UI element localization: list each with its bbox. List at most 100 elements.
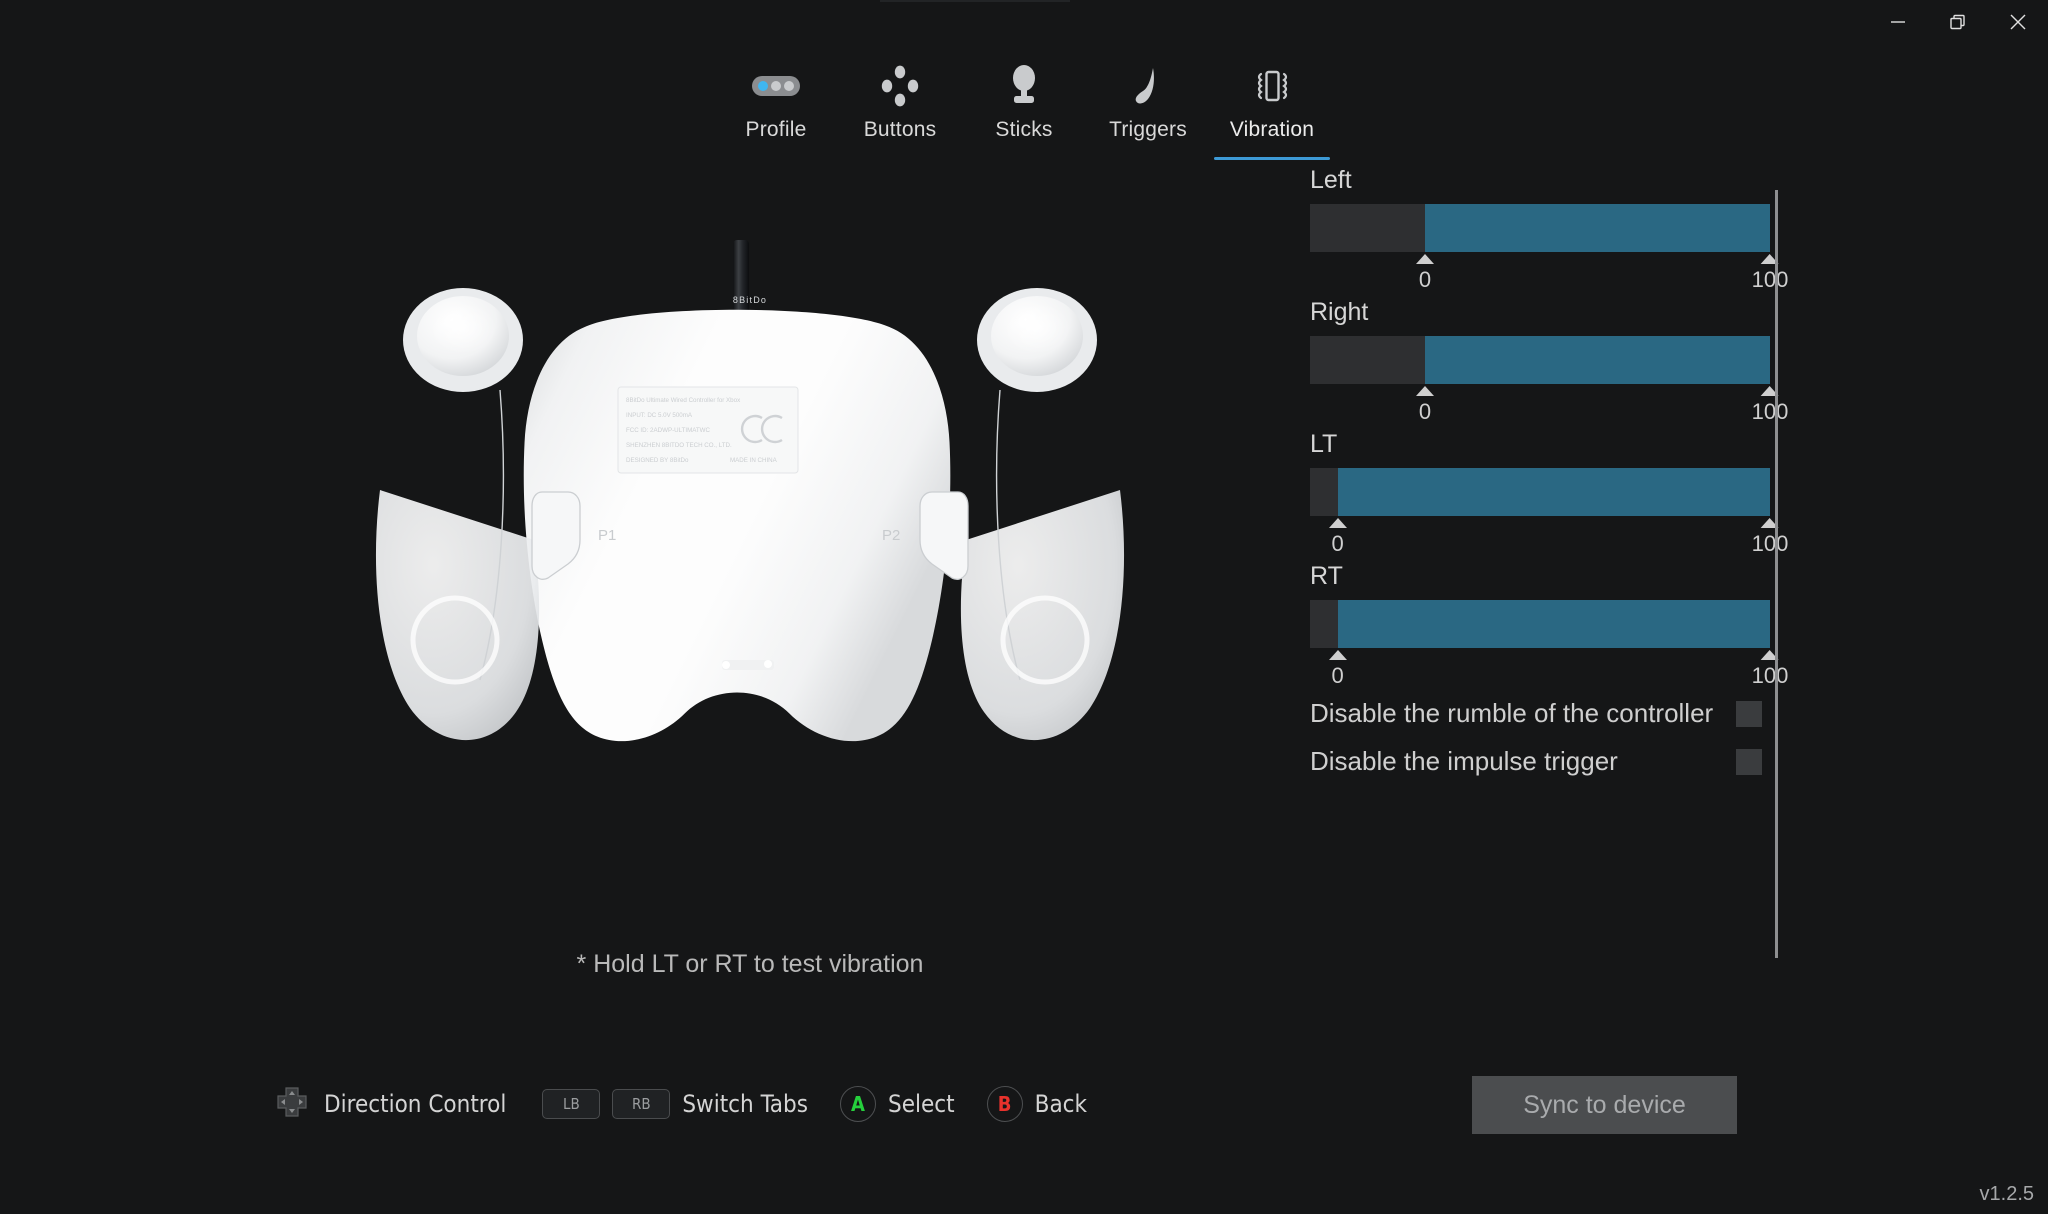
key-rb[interactable]: RB	[612, 1089, 671, 1119]
minimize-button[interactable]	[1868, 0, 1928, 44]
tab-triggers[interactable]: Triggers	[1086, 52, 1210, 160]
slider-label-right: Right	[1310, 298, 1369, 326]
slider-track-left[interactable]	[1310, 204, 1770, 252]
tab-label-triggers: Triggers	[1109, 118, 1187, 141]
slider-max-tick-right[interactable]: 100	[1751, 386, 1789, 425]
close-button[interactable]	[1988, 0, 2048, 44]
slider-ticks-rt: 0 100	[1310, 650, 1788, 702]
checkbox-label-disable-impulse: Disable the impulse trigger	[1310, 746, 1618, 776]
triangle-up-icon	[1328, 650, 1347, 660]
tab-vibration[interactable]: Vibration	[1210, 52, 1334, 160]
svg-text:FCC ID: 2ADWP-ULTIMATWC: FCC ID: 2ADWP-ULTIMATWC	[626, 427, 711, 434]
main-content: 8BitDo 8BitDo Ultimate Wired Controller …	[0, 166, 2048, 1070]
slider-fill-rt	[1337, 600, 1770, 648]
vibration-test-note: * Hold LT or RT to test vibration	[576, 950, 924, 978]
slider-min-value-lt: 0	[1331, 531, 1344, 556]
vibration-settings-panel: Left 0 100 Right 0 100 LT 0 100 RT 0 100…	[1310, 166, 1790, 1020]
paddle-label-p2: P2	[882, 527, 900, 544]
slider-max-value-right: 100	[1751, 399, 1789, 424]
hint-select: A Select	[840, 1086, 955, 1122]
slider-group-lt: LT 0 100	[1310, 430, 1788, 570]
slider-min-value-right: 0	[1418, 399, 1432, 424]
active-tab-indicator	[1214, 157, 1330, 160]
slider-max-tick-lt[interactable]: 100	[1751, 518, 1789, 557]
slider-group-rt: RT 0 100	[1310, 562, 1788, 702]
svg-text:DESIGNED BY 8BitDo: DESIGNED BY 8BitDo	[626, 457, 689, 464]
paddle-label-p1: P1	[598, 527, 616, 544]
slider-max-value-rt: 100	[1751, 663, 1789, 688]
checkbox-disable-impulse[interactable]	[1736, 748, 1762, 775]
hint-label-select: Select	[888, 1090, 955, 1118]
sync-to-device-button[interactable]: Sync to device	[1472, 1076, 1737, 1134]
footer-bar: Direction Control LB RB Switch Tabs A Se…	[0, 1054, 2048, 1214]
slider-group-left: Left 0 100	[1310, 166, 1788, 306]
slider-max-value-lt: 100	[1751, 531, 1789, 556]
slider-min-tick-right[interactable]: 0	[1416, 386, 1434, 425]
slider-track-rt[interactable]	[1310, 600, 1770, 648]
hint-switch-tabs: LB RB Switch Tabs	[542, 1089, 808, 1119]
restore-button[interactable]	[1928, 0, 1988, 44]
controller-hints: Direction Control LB RB Switch Tabs A Se…	[272, 1082, 1087, 1126]
tab-sticks[interactable]: Sticks	[962, 52, 1086, 160]
key-lb[interactable]: LB	[542, 1089, 601, 1119]
triangle-up-icon	[1328, 518, 1347, 528]
slider-fill-right	[1425, 336, 1770, 384]
checkbox-row-disable-impulse[interactable]: Disable the impulse trigger	[1310, 746, 1762, 777]
slider-min-value-left: 0	[1418, 267, 1432, 292]
title-bar	[0, 0, 2048, 44]
slider-group-right: Right 0 100	[1310, 298, 1788, 438]
tab-label-profile: Profile	[745, 118, 807, 141]
title-bar-accent-line	[880, 0, 1070, 2]
tab-label-buttons: Buttons	[863, 118, 937, 141]
dpad-diamond-icon	[876, 60, 924, 112]
tab-bar: Profile Buttons Sticks Triggers Vibratio…	[0, 52, 2048, 160]
close-icon	[2010, 14, 2026, 30]
slider-min-tick-rt[interactable]: 0	[1328, 650, 1347, 689]
analog-stick-icon	[1000, 60, 1048, 112]
dpad-icon	[272, 1082, 312, 1126]
controller-brand-text: 8BitDo	[733, 295, 767, 305]
slider-max-tick-left[interactable]: 100	[1751, 254, 1789, 293]
slider-min-tick-lt[interactable]: 0	[1328, 518, 1347, 557]
hint-back: B Back	[986, 1086, 1088, 1122]
tab-label-vibration: Vibration	[1229, 118, 1315, 141]
slider-label-lt: LT	[1310, 430, 1338, 458]
checkbox-disable-rumble[interactable]	[1736, 700, 1762, 727]
slider-track-lt[interactable]	[1310, 468, 1770, 516]
slider-label-rt: RT	[1310, 562, 1343, 590]
controller-preview: 8BitDo 8BitDo Ultimate Wired Controller …	[330, 240, 1170, 940]
slider-min-value-rt: 0	[1331, 663, 1344, 688]
hint-label-back: Back	[1034, 1090, 1088, 1118]
vibration-icon	[1248, 60, 1296, 112]
svg-text:8BitDo Ultimate Wired Controll: 8BitDo Ultimate Wired Controller for Xbo…	[626, 397, 741, 404]
slider-max-value-left: 100	[1751, 267, 1789, 292]
hint-direction-control: Direction Control	[272, 1082, 506, 1126]
triangle-up-icon	[1416, 386, 1434, 396]
trigger-icon	[1124, 60, 1172, 112]
slider-fill-lt	[1337, 468, 1770, 516]
version-label: v1.2.5	[1979, 1183, 2034, 1205]
slider-min-tick-left[interactable]: 0	[1416, 254, 1434, 293]
profile-pill-icon	[752, 60, 800, 112]
slider-track-right[interactable]	[1310, 336, 1770, 384]
tab-profile[interactable]: Profile	[714, 52, 838, 160]
slider-max-tick-rt[interactable]: 100	[1751, 650, 1789, 689]
svg-text:SHENZHEN 8BITDO TECH CO., LTD.: SHENZHEN 8BITDO TECH CO., LTD.	[626, 442, 732, 449]
tab-buttons[interactable]: Buttons	[838, 52, 962, 160]
button-a-icon: A	[840, 1086, 876, 1122]
restore-icon	[1950, 14, 1965, 30]
tab-label-sticks: Sticks	[995, 118, 1053, 141]
checkbox-label-disable-rumble: Disable the rumble of the controller	[1310, 698, 1714, 728]
hint-label-direction-control: Direction Control	[324, 1090, 507, 1118]
slider-label-left: Left	[1310, 166, 1352, 194]
button-b-icon: B	[986, 1086, 1023, 1122]
hint-label-switch-tabs: Switch Tabs	[682, 1090, 808, 1118]
slider-fill-left	[1425, 204, 1770, 252]
app-window: Profile Buttons Sticks Triggers Vibratio…	[0, 0, 2048, 1214]
svg-text:INPUT: DC 5.0V 500mA: INPUT: DC 5.0V 500mA	[626, 412, 693, 419]
svg-text:MADE IN CHINA: MADE IN CHINA	[730, 457, 778, 464]
checkbox-row-disable-rumble[interactable]: Disable the rumble of the controller	[1310, 698, 1762, 729]
triangle-up-icon	[1416, 254, 1434, 264]
minimize-icon	[1891, 21, 1905, 23]
panel-scrollbar[interactable]	[1775, 190, 1778, 958]
